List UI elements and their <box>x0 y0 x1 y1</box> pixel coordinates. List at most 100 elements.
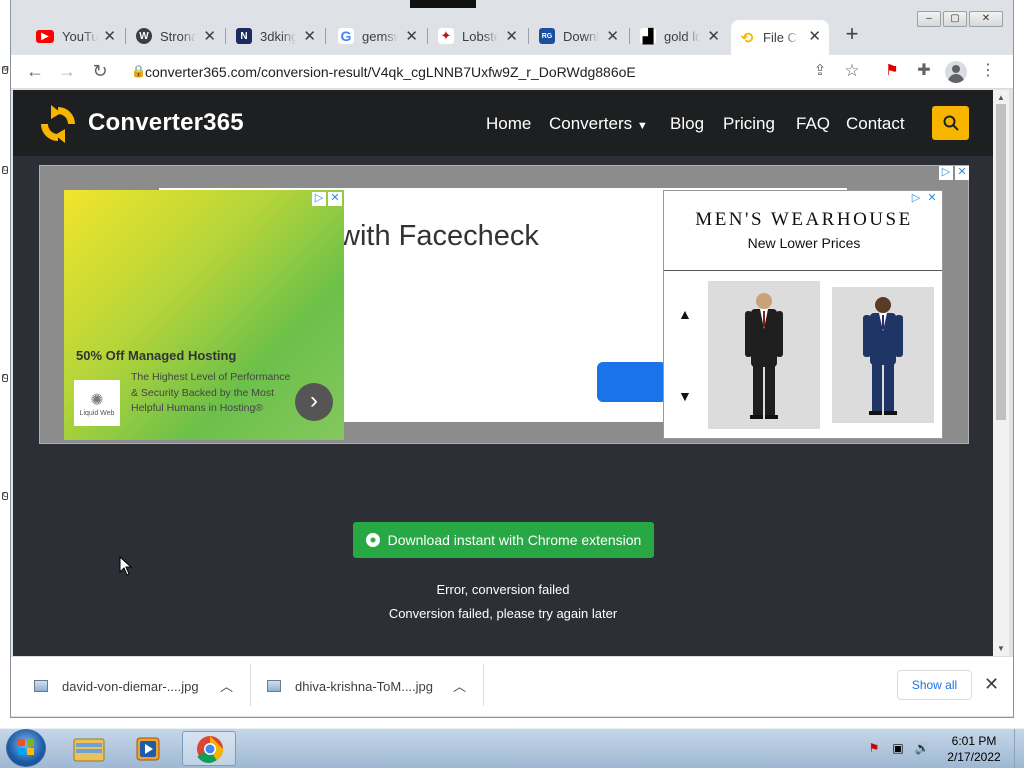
site-logo-text[interactable]: Converter365 <box>88 109 244 137</box>
close-tab-icon[interactable]: ✕ <box>303 27 316 45</box>
close-tab-icon[interactable]: ✕ <box>505 27 518 45</box>
divider <box>483 664 484 706</box>
minimize-button[interactable]: – <box>917 11 941 27</box>
show-all-downloads-button[interactable]: Show all <box>897 670 972 700</box>
nav-home[interactable]: Home <box>486 114 531 134</box>
tab-gemsw[interactable]: G gemsw ✕ <box>330 22 426 50</box>
mens-wearhouse-ad[interactable]: ▷ ✕ MEN'S WEARHOUSE New Lower Prices ▲ ▼ <box>663 190 943 439</box>
close-tab-icon[interactable]: ✕ <box>808 27 821 45</box>
desktop-icon-fragment: M <box>2 66 9 74</box>
download-item[interactable]: david-von-diemar-....jpg <box>34 674 199 698</box>
hosting-ad-title: 50% Off Managed Hosting <box>76 348 237 363</box>
tab-lobster[interactable]: ✦ Lobster ✕ <box>430 22 526 50</box>
ad-close-icon[interactable]: ✕ <box>328 192 342 206</box>
scroll-up-icon[interactable]: ▲ <box>997 93 1005 102</box>
start-button[interactable] <box>6 729 46 767</box>
facecheck-ad-button[interactable] <box>597 362 667 402</box>
liquid-web-logo: ✺ Liquid Web <box>74 380 120 426</box>
camera-notch <box>410 0 476 8</box>
adchoices-icon[interactable]: ▷ <box>312 192 326 206</box>
share-icon[interactable]: ⇪ <box>806 57 834 85</box>
ad-close-icon[interactable]: ✕ <box>925 192 939 206</box>
desktop-icon-fragment: D <box>2 166 9 174</box>
nav-pricing[interactable]: Pricing <box>723 114 775 134</box>
adchoices-icon[interactable]: ▷ <box>909 192 923 206</box>
error-title: Error, conversion failed <box>436 582 570 597</box>
extension-alert-icon[interactable]: ⚑ <box>878 57 906 85</box>
hosting-ad[interactable]: ▷ ✕ 50% Off Managed Hosting ✺ Liquid Web … <box>64 190 344 440</box>
bookmark-star-icon[interactable]: ☆ <box>838 57 866 85</box>
image-file-icon <box>267 680 281 692</box>
converter365-logo-icon[interactable] <box>37 103 79 145</box>
close-tab-icon[interactable]: ✕ <box>405 27 418 45</box>
close-window-button[interactable]: ✕ <box>969 11 1003 27</box>
mens-wearhouse-tagline: New Lower Prices <box>747 235 861 251</box>
menu-kebab-icon[interactable]: ⋮ <box>974 57 1002 85</box>
nav-blog[interactable]: Blog <box>670 114 704 134</box>
suit-photo-navy[interactable] <box>832 287 934 423</box>
nav-converters-label: Converters <box>549 114 633 133</box>
network-icon[interactable]: ▣ <box>890 740 906 756</box>
system-clock[interactable]: 6:01 PM 2/17/2022 <box>938 733 1010 765</box>
network-error-icon[interactable]: ⚑ <box>866 740 882 756</box>
reload-icon[interactable]: ↻ <box>86 57 114 85</box>
taskbar-explorer[interactable] <box>62 731 116 766</box>
tab-gold[interactable]: ▟ gold lo ✕ <box>632 22 728 50</box>
extensions-puzzle-icon[interactable]: ✚ <box>910 57 938 85</box>
close-tab-icon[interactable]: ✕ <box>707 27 720 45</box>
close-shelf-icon[interactable]: ✕ <box>984 674 999 695</box>
tab-title: 3dking <box>260 28 296 44</box>
arrow-up-icon[interactable]: ▲ <box>678 306 692 322</box>
suit-photo-black[interactable] <box>708 281 820 429</box>
chevron-up-icon[interactable]: ︿ <box>453 676 466 695</box>
download-item[interactable]: dhiva-krishna-ToM....jpg <box>267 674 433 698</box>
new-tab-button[interactable]: + <box>842 22 862 48</box>
close-tab-icon[interactable]: ✕ <box>606 27 619 45</box>
ad-choices[interactable]: ▷ ✕ <box>939 166 969 180</box>
nav-converters[interactable]: Converters ▼ <box>549 114 648 134</box>
profile-avatar-icon[interactable] <box>945 61 967 83</box>
adchoices-icon[interactable]: ▷ <box>939 166 953 180</box>
nav-faq[interactable]: FAQ <box>796 114 830 134</box>
tab-title: Strona <box>160 28 196 44</box>
scroll-down-icon[interactable]: ▼ <box>997 644 1005 653</box>
chevron-up-icon[interactable]: ︿ <box>220 676 233 695</box>
youtube-icon: ▶ <box>36 29 54 43</box>
back-icon[interactable]: ← <box>21 57 49 85</box>
liquid-web-mark-icon: ✺ <box>90 391 104 409</box>
media-player-icon <box>136 737 160 761</box>
3dking-icon: N <box>236 28 252 44</box>
maximize-button[interactable]: ▢ <box>943 11 967 27</box>
tab-strona[interactable]: W Strona ✕ <box>128 22 224 50</box>
tab-title: YouTube <box>62 28 98 44</box>
arrow-down-icon[interactable]: ▼ <box>678 388 692 404</box>
search-button[interactable] <box>932 106 969 140</box>
ad-choices[interactable]: ▷ ✕ <box>312 192 342 206</box>
download-button-label: Download instant with Chrome extension <box>387 532 642 548</box>
taskbar-media-player[interactable] <box>122 731 176 766</box>
taskbar-chrome[interactable] <box>182 731 236 766</box>
chevron-right-icon[interactable]: › <box>295 383 333 421</box>
show-desktop-button[interactable] <box>1014 729 1024 768</box>
nav-contact[interactable]: Contact <box>846 114 905 134</box>
tab-divider <box>125 28 126 44</box>
tab-download-site[interactable]: RG Downl ✕ <box>531 22 627 50</box>
scrollbar-thumb[interactable] <box>996 104 1006 420</box>
url-text[interactable]: converter365.com/conversion-result/V4qk_… <box>145 61 636 83</box>
tab-title: Downl <box>563 28 599 44</box>
tab-3dking[interactable]: N 3dking ✕ <box>228 22 324 50</box>
desktop-icon-fragment: C <box>2 492 9 500</box>
close-tab-icon[interactable]: ✕ <box>203 27 216 45</box>
ad-choices[interactable]: ▷ ✕ <box>909 192 939 206</box>
site-header: Converter365 Home Converters ▼ Blog Pric… <box>13 90 993 156</box>
tab-file-converter[interactable]: ⟲ File Co ✕ <box>731 20 829 55</box>
windows-logo-icon <box>18 739 34 755</box>
close-tab-icon[interactable]: ✕ <box>103 27 116 45</box>
forward-icon[interactable]: → <box>53 57 81 85</box>
download-chrome-extension-button[interactable]: Download instant with Chrome extension <box>353 522 654 558</box>
desktop-edge: M D C C <box>0 0 10 728</box>
volume-icon[interactable]: 🔊 <box>914 740 930 756</box>
tab-youtube[interactable]: ▶ YouTube ✕ <box>28 22 124 50</box>
ad-close-icon[interactable]: ✕ <box>955 166 969 180</box>
facecheck-ad-headline[interactable]: with Facecheck <box>339 220 539 253</box>
